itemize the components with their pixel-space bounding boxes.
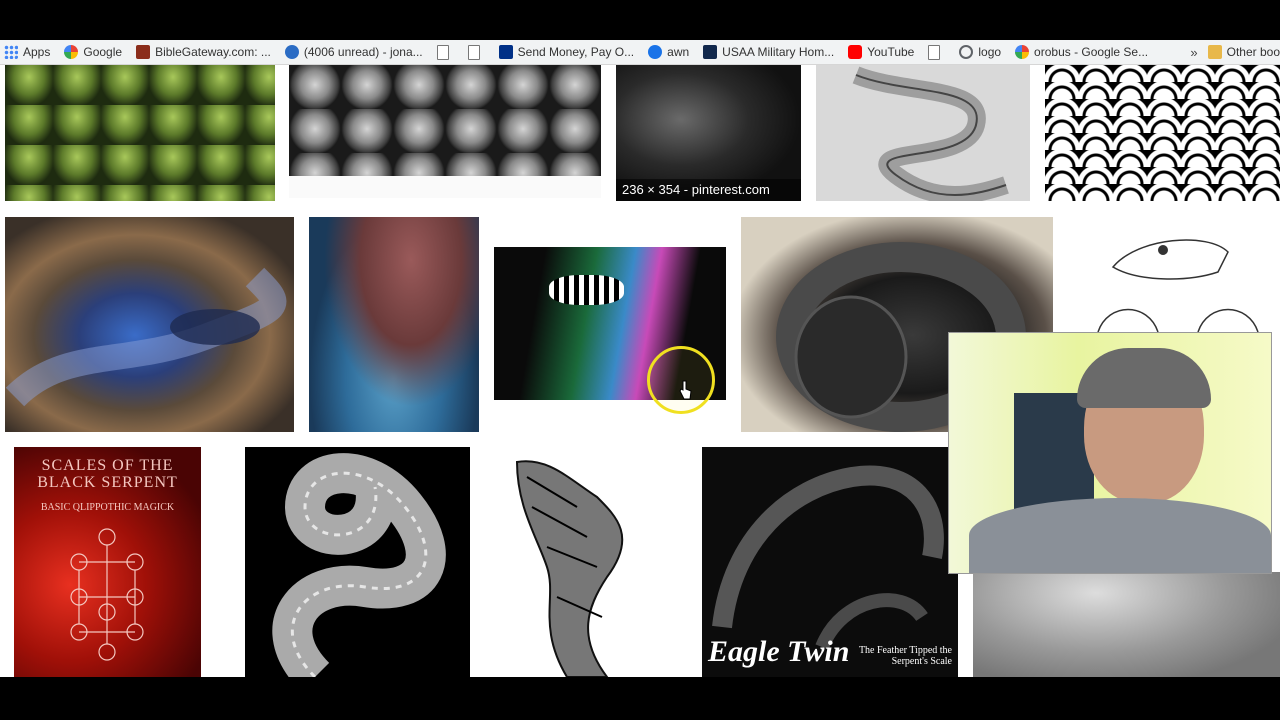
python-coil-drawing bbox=[5, 267, 287, 407]
logo-icon bbox=[959, 45, 974, 59]
image-size-caption: 236 × 354 - pinterest.com bbox=[616, 179, 801, 201]
bookmark-page-3[interactable] bbox=[928, 44, 945, 60]
album-subtitle: The Feather Tipped the Serpent's Scale bbox=[858, 645, 952, 667]
image-eagle-twin-album[interactable]: Eagle Twin The Feather Tipped the Serpen… bbox=[702, 447, 958, 677]
snake-head bbox=[549, 275, 624, 305]
webcam-overlay bbox=[948, 332, 1272, 574]
white-snake-drawing bbox=[272, 453, 446, 677]
bookmark-orobus[interactable]: orobus - Google Se... bbox=[1015, 45, 1148, 59]
youtube-icon bbox=[848, 45, 863, 59]
image-gray-snake-closeup[interactable] bbox=[973, 572, 1280, 677]
bookmarks-overflow-chevron[interactable]: » bbox=[1190, 45, 1197, 60]
image-blue-scale-snake[interactable] bbox=[309, 217, 479, 432]
image-black-snake-coil[interactable]: 236 × 354 - pinterest.com bbox=[616, 65, 801, 201]
hand-pointer-icon bbox=[679, 380, 692, 400]
bookmark-paypal[interactable]: Send Money, Pay O... bbox=[498, 45, 634, 59]
usaa-icon bbox=[703, 45, 718, 59]
bookmark-apps[interactable]: Apps bbox=[4, 45, 50, 59]
zentangle-drawing bbox=[515, 460, 624, 677]
image-rainbow-python[interactable] bbox=[5, 217, 294, 432]
mail-icon bbox=[284, 45, 299, 59]
album-title: Eagle Twin bbox=[708, 635, 850, 668]
bookmark-youtube[interactable]: YouTube bbox=[848, 45, 914, 59]
bookmarks-bar: Apps Google BibleGateway.com: ... (4006 … bbox=[0, 40, 1280, 65]
watermark-strip bbox=[289, 176, 601, 198]
image-zentangle-snake[interactable] bbox=[507, 447, 687, 677]
gray-hoodie bbox=[969, 498, 1271, 573]
book-subtitle: BASIC QLIPPOTHIC MAGICK bbox=[40, 502, 175, 513]
snake-sketch-drawing bbox=[852, 66, 1009, 201]
book-title: SCALES OF THE BLACK SERPENT bbox=[37, 457, 178, 491]
knit-beanie bbox=[1077, 348, 1211, 408]
bookmark-other-folder[interactable]: Other boo bbox=[1207, 45, 1280, 59]
image-snake-sketch[interactable] bbox=[816, 65, 1030, 201]
image-green-scales[interactable] bbox=[5, 65, 275, 201]
head-diagram-drawing bbox=[1097, 239, 1259, 333]
bookmark-page-1[interactable] bbox=[436, 44, 454, 60]
bookmark-logo[interactable]: logo bbox=[959, 45, 1001, 59]
image-scale-pattern[interactable] bbox=[1045, 65, 1280, 201]
folder-icon bbox=[1207, 45, 1222, 59]
page-icon bbox=[928, 44, 941, 60]
page-icon bbox=[467, 44, 480, 60]
bookmark-awn[interactable]: awn bbox=[648, 45, 689, 59]
bookmark-usaa[interactable]: USAA Military Hom... bbox=[703, 45, 834, 59]
biblegateway-icon bbox=[136, 45, 151, 59]
image-white-coiled-snake[interactable] bbox=[245, 447, 470, 677]
paypal-icon bbox=[498, 45, 513, 59]
image-book-cover-black-serpent[interactable]: SCALES OF THE BLACK SERPENT BASIC QLIPPO… bbox=[14, 447, 201, 677]
page-icon bbox=[436, 44, 449, 60]
bookmark-mail[interactable]: (4006 unread) - jona... bbox=[284, 45, 423, 59]
bookmark-google[interactable]: Google bbox=[64, 45, 122, 59]
bookmark-page-2[interactable] bbox=[467, 44, 485, 60]
image-coin-scales[interactable] bbox=[289, 65, 601, 198]
bookmark-biblegateway[interactable]: BibleGateway.com: ... bbox=[136, 45, 271, 59]
apps-grid-icon bbox=[4, 45, 18, 59]
awn-icon bbox=[648, 45, 663, 59]
google-icon bbox=[64, 45, 79, 59]
window-blinds bbox=[1014, 393, 1094, 513]
google-icon bbox=[1015, 45, 1030, 59]
